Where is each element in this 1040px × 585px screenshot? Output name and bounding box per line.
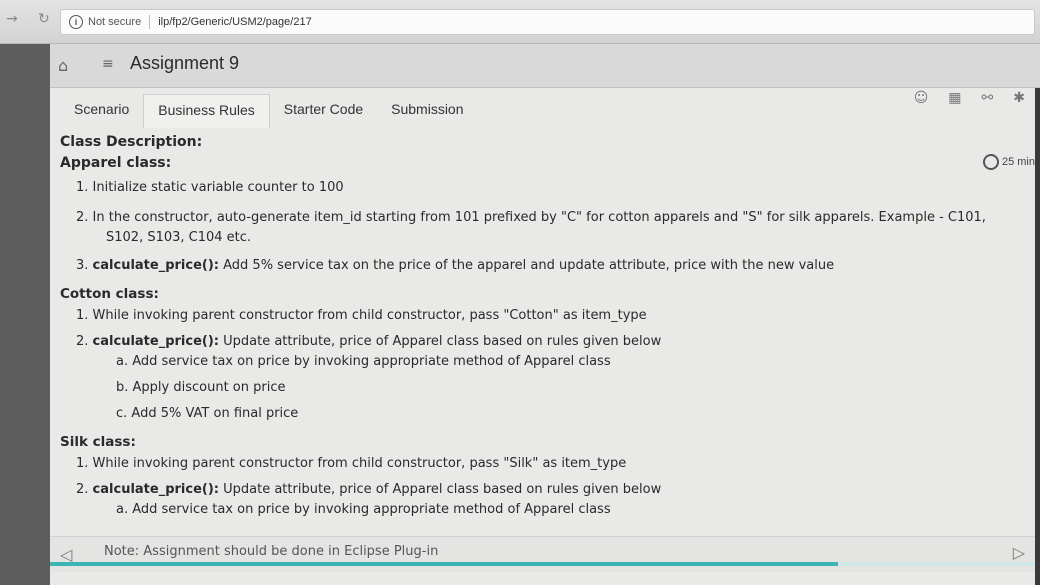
section-heading: Class Description: [60, 134, 203, 150]
menu-icon[interactable]: ≡ [102, 56, 114, 72]
toolbar-icons: ☺ ▦ ⚯ ✱ [914, 90, 1025, 106]
main-panel: ☺ ▦ ⚯ ✱ Scenario Business Rules Starter … [50, 88, 1035, 585]
address-divider [149, 15, 151, 29]
tab-scenario[interactable]: Scenario [60, 94, 143, 128]
tab-business-rules[interactable]: Business Rules [143, 94, 270, 128]
left-margin [0, 44, 50, 585]
silk-heading: Silk class: [60, 434, 136, 450]
url-text[interactable]: ilp/fp2/Generic/USM2/page/217 [158, 16, 311, 28]
reload-icon[interactable]: ↻ [38, 11, 50, 27]
tab-submission[interactable]: Submission [377, 94, 477, 128]
list-item: 2. calculate_price(): Update attribute, … [76, 482, 662, 497]
list-item: 1. Initialize static variable counter to… [76, 180, 344, 195]
settings-icon[interactable]: ✱ [1013, 90, 1025, 106]
apparel-heading: Apparel class: [60, 155, 172, 171]
tab-bar: Scenario Business Rules Starter Code Sub… [60, 94, 478, 128]
home-icon[interactable]: ⌂ [58, 56, 68, 75]
footer-bar: ◁ Note: Assignment should be done in Ecl… [50, 536, 1035, 572]
security-label: Not secure [88, 16, 142, 28]
list-item: 3. calculate_price(): Add 5% service tax… [76, 258, 835, 273]
back-icon[interactable]: → [6, 11, 18, 27]
app-header: ⌂ ≡ Assignment 9 [50, 44, 1040, 88]
address-bar[interactable]: i Not secure ilp/fp2/Generic/USM2/page/2… [60, 9, 1035, 35]
list-item: 2. In the constructor, auto-generate ite… [76, 210, 986, 245]
info-icon[interactable]: i [69, 15, 83, 29]
progress-bar [50, 562, 1035, 566]
share-icon[interactable]: ⚯ [982, 90, 994, 106]
browser-toolbar: → ↻ i Not secure ilp/fp2/Generic/USM2/pa… [0, 0, 1040, 44]
sub-item: b. Apply discount on price [116, 380, 286, 395]
sub-item: a. Add service tax on price by invoking … [116, 354, 611, 369]
business-rules-content: Class Description: Apparel class: 1. Ini… [60, 132, 1020, 520]
sub-item: a. Add service tax on price by invoking … [116, 502, 611, 517]
page-title: Assignment 9 [130, 53, 240, 73]
progress-fill [50, 562, 838, 566]
cotton-heading: Cotton class: [60, 286, 159, 302]
sub-item: c. Add 5% VAT on final price [116, 406, 299, 421]
list-item: 2. calculate_price(): Update attribute, … [76, 334, 662, 349]
tab-starter-code[interactable]: Starter Code [270, 94, 377, 128]
smile-icon[interactable]: ☺ [914, 90, 929, 106]
footer-note: Note: Assignment should be done in Eclip… [104, 544, 439, 559]
list-item: 1. While invoking parent constructor fro… [76, 308, 647, 323]
calendar-icon[interactable]: ▦ [948, 90, 961, 106]
list-item: 1. While invoking parent constructor fro… [76, 456, 627, 471]
next-arrow-icon[interactable]: ▷ [1013, 543, 1025, 562]
